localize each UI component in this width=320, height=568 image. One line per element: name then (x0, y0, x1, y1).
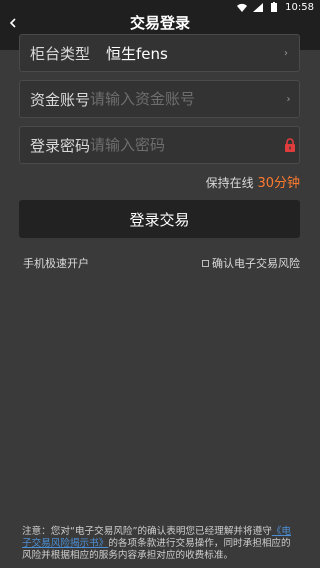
counter-type-value: 恒生fens (106, 44, 168, 63)
signal-icon (253, 2, 264, 12)
page-title: 交易登录 (129, 14, 190, 32)
account-label: 资金账号 (30, 90, 91, 109)
keep-online-duration[interactable]: 30分钟 (257, 176, 300, 191)
confirm-risk-checkbox[interactable]: 确认电子交易风险 (202, 255, 300, 271)
checkbox-icon[interactable] (202, 259, 209, 267)
risk-notice: 注意：您对“电子交易风险”的确认表明您已经理解并将遵守《电子交易风险揭示书》的各… (22, 526, 300, 562)
open-account-link[interactable]: 手机极速开户 (23, 255, 89, 271)
status-time: 10:58 (285, 1, 314, 13)
lock-icon[interactable] (284, 138, 296, 152)
login-button[interactable]: 登录交易 (19, 200, 300, 238)
password-label: 登录密码 (30, 136, 91, 155)
chevron-right-icon: › (284, 47, 288, 59)
password-field[interactable]: 登录密码 (19, 126, 300, 164)
account-field[interactable]: 资金账号 › (19, 80, 300, 118)
counter-type-label: 柜台类型 (30, 44, 91, 63)
chevron-right-icon[interactable]: › (284, 94, 293, 105)
keep-online[interactable]: 保持在线 30分钟 (206, 172, 300, 191)
status-bar: 10:58 (0, 0, 320, 14)
wifi-icon (237, 2, 248, 12)
account-input[interactable] (90, 90, 285, 108)
confirm-risk-label: 确认电子交易风险 (212, 257, 300, 270)
password-input[interactable] (90, 136, 285, 154)
counter-type-select[interactable]: 柜台类型 恒生fens › (19, 34, 300, 72)
battery-icon (269, 2, 279, 12)
keep-online-label: 保持在线 (205, 176, 254, 190)
notice-prefix: 注意：您对“电子交易风险”的确认表明您已经理解并将遵守 (22, 526, 272, 537)
